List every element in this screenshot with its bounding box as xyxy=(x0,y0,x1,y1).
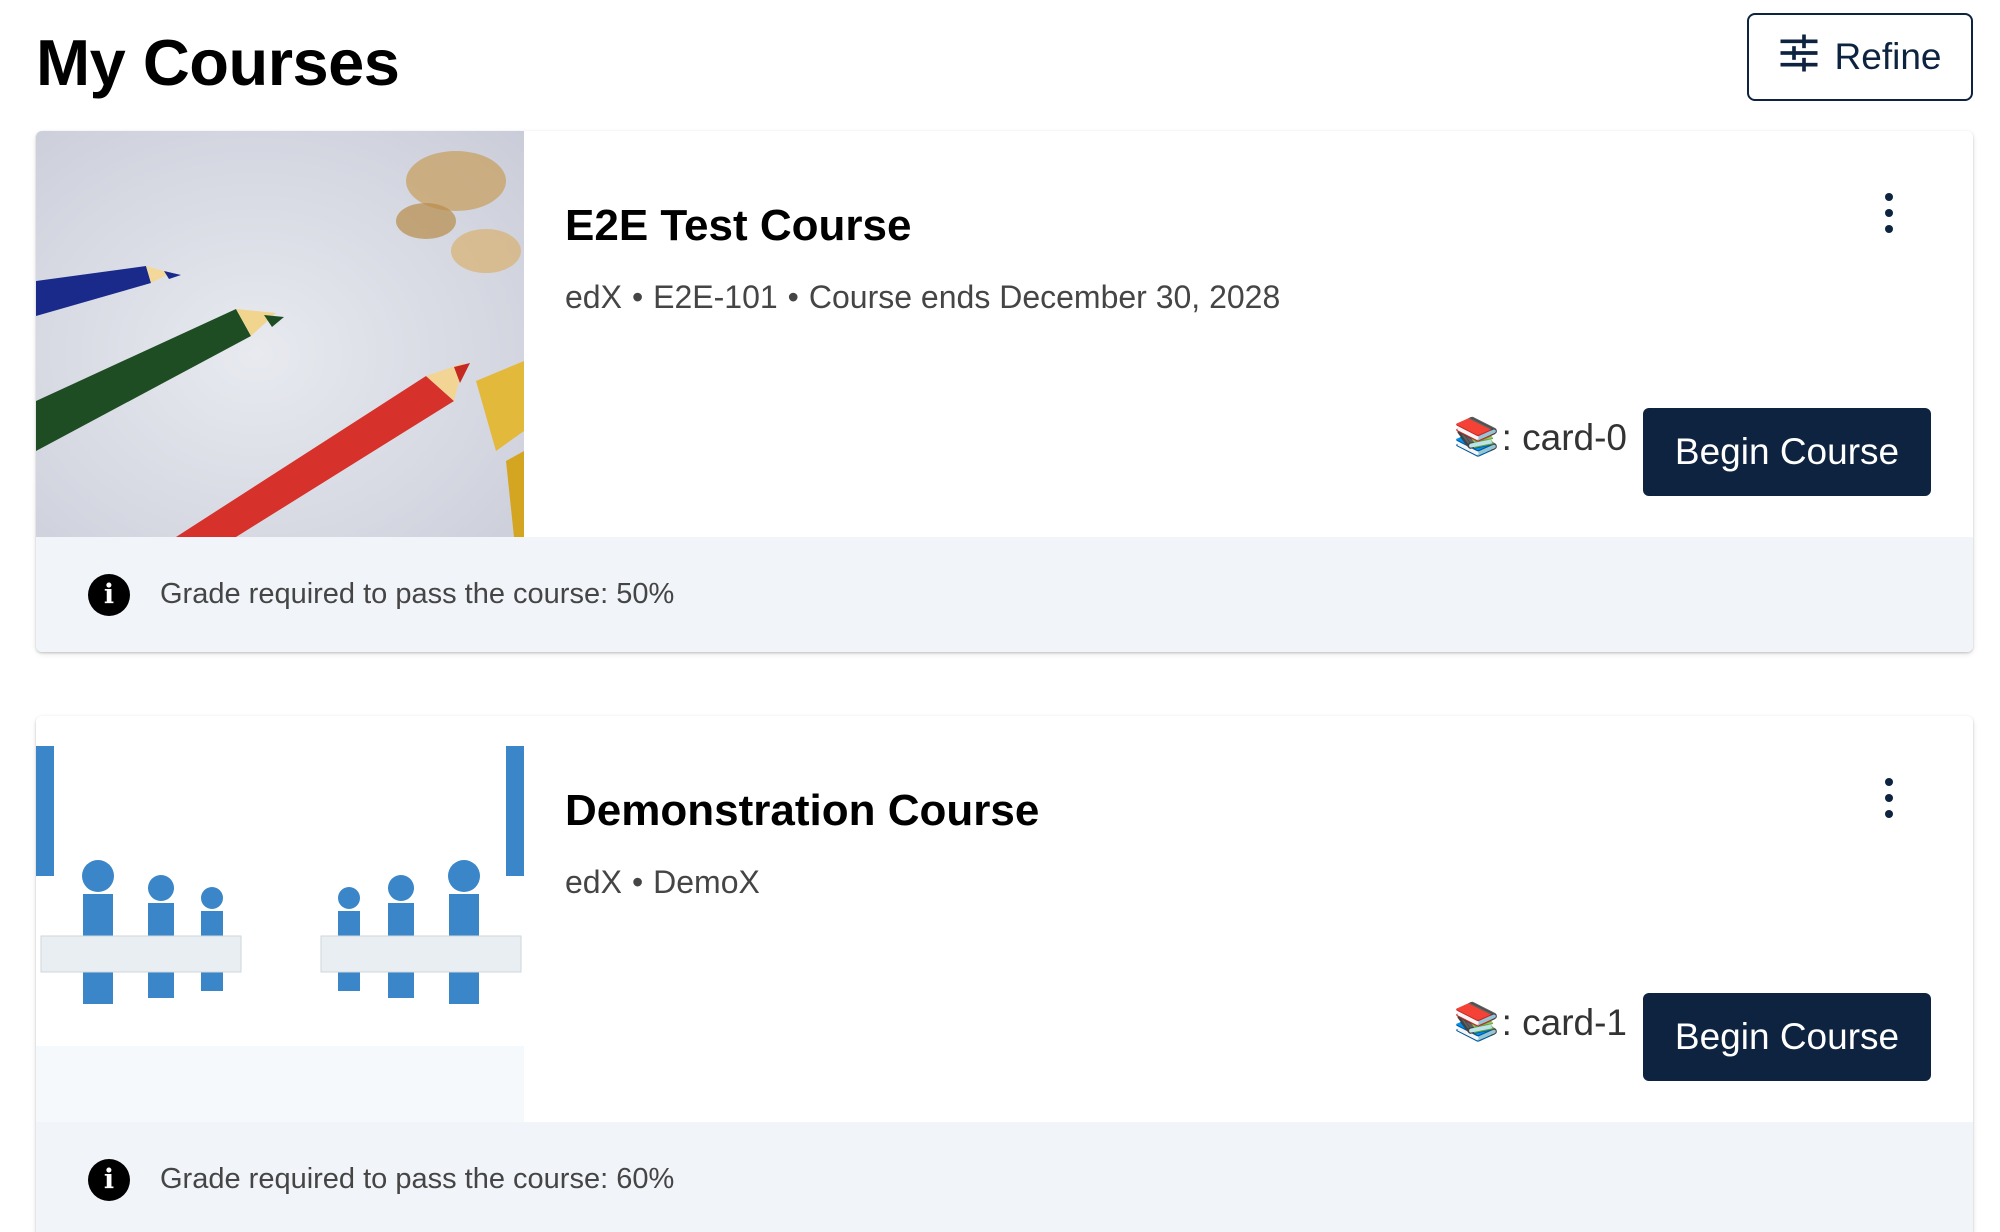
course-org: edX xyxy=(565,279,622,315)
card-id-label: 📚 : card-1 xyxy=(1453,1001,1627,1044)
begin-course-button[interactable]: Begin Course xyxy=(1643,408,1931,496)
card-id-text: : card-1 xyxy=(1501,1001,1627,1043)
card-id-label: 📚 : card-0 xyxy=(1453,416,1627,459)
books-emoji-icon: 📚 xyxy=(1453,1001,1500,1042)
courses-page: My Courses Refine E2E Test Course edX • … xyxy=(0,0,2000,1232)
course-card: E2E Test Course edX • E2E-101 • Course ends … xyxy=(36,131,1973,652)
refine-label: Refine xyxy=(1834,36,1942,77)
sliders-icon xyxy=(1779,33,1819,82)
course-title[interactable]: E2E Test Course xyxy=(565,201,911,251)
course-card-body: Demonstration Course edX • DemoX 📚 : card-… xyxy=(524,716,1973,1122)
pass-grade-text: Grade required to pass the course: 50% xyxy=(160,578,675,610)
pass-grade-text: Grade required to pass the course: 60% xyxy=(160,1163,675,1195)
books-emoji-icon: 📚 xyxy=(1453,416,1500,457)
card-id-text: : card-0 xyxy=(1501,416,1627,458)
course-meta: edX • DemoX xyxy=(565,864,760,900)
course-image[interactable] xyxy=(36,716,524,1122)
course-image[interactable] xyxy=(36,131,524,537)
course-number: E2E-101 xyxy=(653,279,778,315)
course-card: Demonstration Course edX • DemoX 📚 : card-… xyxy=(36,716,1973,1232)
course-end-date: Course ends December 30, 2028 xyxy=(808,279,1281,315)
kebab-menu-icon[interactable] xyxy=(1877,187,1901,239)
course-org: edX xyxy=(565,864,622,900)
info-icon: i xyxy=(88,573,130,616)
page-title: My Courses xyxy=(36,26,400,99)
course-card-footer: i Grade required to pass the course: 60% xyxy=(36,1122,1973,1232)
begin-course-button[interactable]: Begin Course xyxy=(1643,993,1931,1081)
refine-button[interactable]: Refine xyxy=(1747,13,1973,101)
kebab-menu-icon[interactable] xyxy=(1877,772,1901,824)
course-card-footer: i Grade required to pass the course: 50% xyxy=(36,537,1973,652)
info-icon: i xyxy=(88,1158,130,1201)
course-meta: edX • E2E-101 • Course ends December 30, 202… xyxy=(565,279,1281,315)
course-number: DemoX xyxy=(653,864,760,900)
course-card-body: E2E Test Course edX • E2E-101 • Course ends … xyxy=(524,131,1973,537)
page-header: My Courses Refine xyxy=(36,13,1973,101)
course-title[interactable]: Demonstration Course xyxy=(565,786,1039,836)
